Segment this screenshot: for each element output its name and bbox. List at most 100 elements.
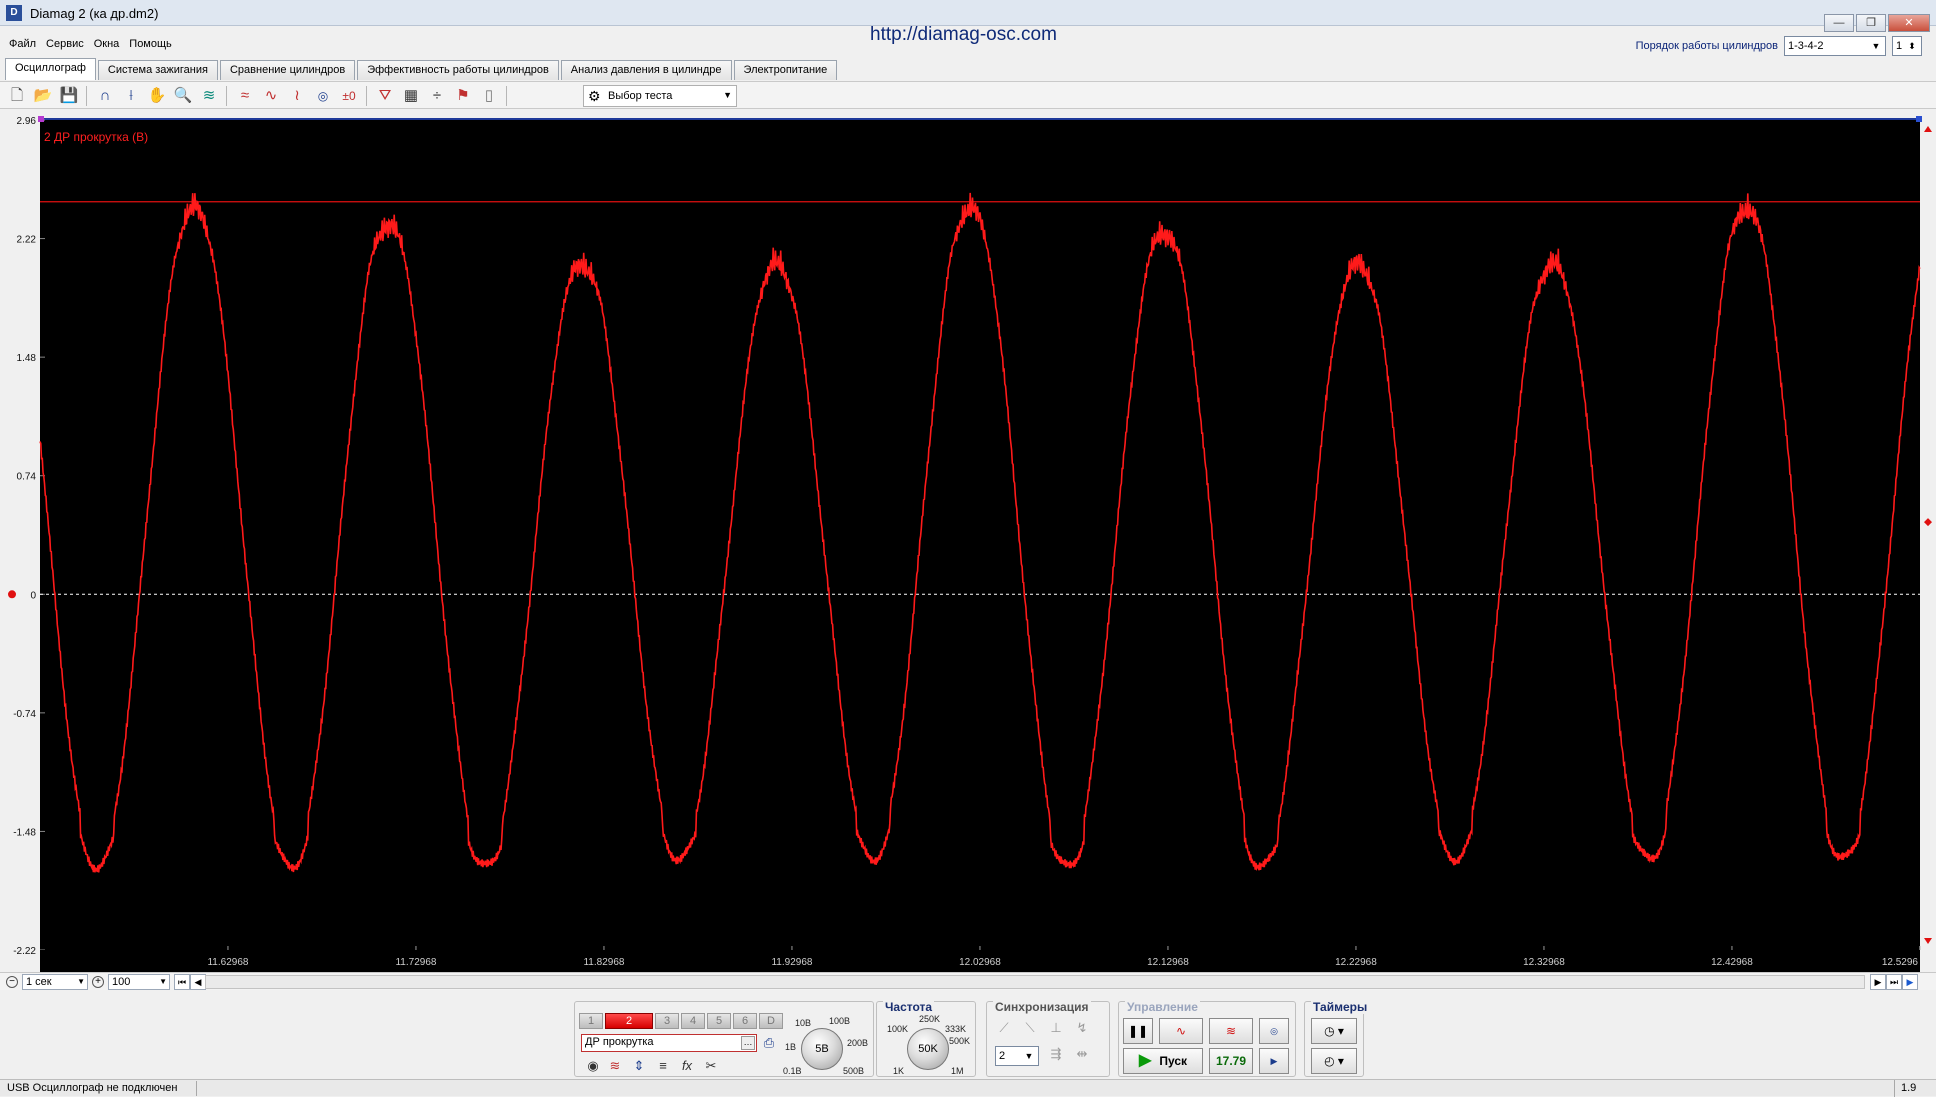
voltage-knob[interactable]: 5В	[801, 1028, 843, 1070]
cursor-arc-icon[interactable]: ∩	[94, 86, 116, 106]
pause-button[interactable]: ❚❚	[1123, 1018, 1153, 1044]
channel-6-button[interactable]: 6	[733, 1013, 757, 1029]
zero-marker-icon[interactable]	[8, 590, 16, 599]
test-select[interactable]: ⚙ Выбор теста ▼	[583, 85, 737, 107]
noise-wave-icon: ≋	[1225, 1024, 1237, 1038]
channel-3-button[interactable]: 3	[655, 1013, 679, 1029]
sync-channel-select[interactable]: 2 ▼	[995, 1046, 1039, 1066]
tab-oscilloscope[interactable]: Осциллограф	[5, 58, 96, 80]
tools-icon[interactable]: ✂	[701, 1057, 721, 1075]
close-button[interactable]: ✕	[1888, 14, 1930, 32]
menu-help[interactable]: Помощь	[129, 38, 172, 56]
status-separator	[196, 1081, 197, 1096]
function-icon[interactable]: fx	[677, 1057, 697, 1075]
tab-power-supply[interactable]: Электропитание	[733, 60, 838, 80]
sync-group: Синхронизация ⟋ ⟍ ⊥ ↯ 2 ▼ ⇶ ⇹	[986, 1000, 1110, 1077]
step-back-icon[interactable]: ◀	[190, 974, 206, 990]
maximize-button[interactable]: ❐	[1856, 14, 1886, 32]
oscilloscope-chart[interactable]: 2.96 2.22 1.48 0.74 0 -0.74 -1.48 -2.22 11.6296…	[0, 110, 1936, 972]
tab-pressure-analysis[interactable]: Анализ давления в цилиндре	[560, 60, 732, 80]
go-start-icon[interactable]: ⏮	[174, 974, 190, 990]
noise-mode-button[interactable]: ≋	[1209, 1018, 1253, 1044]
frequency-group: Частота 50K 250K 100K 333K 500K 1K 1M	[876, 1000, 976, 1077]
filter-wave-icon[interactable]: ≈	[234, 86, 256, 106]
sync-level-icon[interactable]: ⇶	[1045, 1044, 1067, 1064]
measure-icon[interactable]: ⟊	[120, 86, 142, 106]
timer-1-button[interactable]: ◷ ▾	[1311, 1018, 1357, 1044]
toolbar-separator	[226, 86, 227, 106]
channel-5-button[interactable]: 5	[707, 1013, 731, 1029]
auto-icon[interactable]: ◎	[312, 86, 334, 106]
channel-name-field[interactable]: ДР прокрутка …	[581, 1034, 757, 1052]
save-icon[interactable]: 💾	[58, 86, 80, 106]
minimize-button[interactable]: —	[1824, 14, 1854, 32]
timer-2-button[interactable]: ◴ ▾	[1311, 1048, 1357, 1074]
multi-wave-icon[interactable]: ∿	[260, 86, 282, 106]
sine-mode-button[interactable]: ∿	[1159, 1018, 1203, 1044]
new-file-icon[interactable]: 🗋	[6, 86, 28, 106]
go-end-icon[interactable]: ⏭	[1886, 974, 1902, 990]
chevron-down-icon: ▼	[1871, 41, 1881, 51]
voltage-label: 1В	[785, 1042, 797, 1052]
rate-display: 17.79	[1209, 1048, 1253, 1074]
channel-2-button[interactable]: 2	[605, 1013, 653, 1029]
menu-windows[interactable]: Окна	[94, 38, 120, 56]
zoom-icon[interactable]: 🔍	[172, 86, 194, 106]
auto-mode-button[interactable]: ◎	[1259, 1018, 1289, 1044]
grid-icon[interactable]: ▦	[400, 86, 422, 106]
divider-icon[interactable]: ÷	[426, 86, 448, 106]
zoom-select[interactable]: 100 ▼	[108, 974, 170, 990]
channel-4-button[interactable]: 4	[681, 1013, 705, 1029]
sync-arrows-icon[interactable]: ⇹	[1071, 1044, 1093, 1064]
tab-cylinder-efficiency[interactable]: Эффективность работы цилиндров	[357, 60, 559, 80]
upper-limit-marker-icon[interactable]	[1924, 126, 1932, 132]
menu-file[interactable]: Файл	[9, 38, 36, 56]
lower-limit-marker-icon[interactable]	[1924, 938, 1932, 944]
open-folder-icon[interactable]: 📂	[32, 86, 54, 106]
timebase-select[interactable]: 1 сек ▼	[22, 974, 88, 990]
chart-title: 2 ДР прокрутка (В)	[44, 130, 148, 144]
channel-d-button[interactable]: D	[759, 1013, 783, 1029]
tab-ignition[interactable]: Система зажигания	[97, 60, 218, 80]
zero-offset-icon[interactable]: ±0	[338, 86, 360, 106]
sync-pulse-icon[interactable]: ⊥	[1045, 1018, 1067, 1038]
sync-rising-icon[interactable]: ⟋	[993, 1018, 1015, 1038]
vertical-scale-icon[interactable]: ⇕	[629, 1057, 649, 1075]
step-forward-icon[interactable]: ▶	[1870, 974, 1886, 990]
hand-pan-icon[interactable]: ✋	[146, 86, 168, 106]
x-tick-label: 11.72968	[395, 957, 436, 968]
cursor-a-marker-icon[interactable]	[38, 116, 44, 122]
tab-cylinder-compare[interactable]: Сравнение цилиндров	[219, 60, 356, 80]
cylinder-number-spinner[interactable]: 1 ⬍	[1892, 36, 1922, 56]
channel-export-icon[interactable]: ⎙	[759, 1034, 779, 1052]
channel-1-button[interactable]: 1	[579, 1013, 603, 1029]
frequency-knob[interactable]: 50K	[907, 1028, 949, 1070]
x-tick-label: 12.5296	[1882, 957, 1919, 968]
site-link[interactable]: http://diamag-osc.com	[870, 24, 1057, 46]
cylinder-order-select[interactable]: 1-3-4-2 ▼	[1784, 36, 1886, 56]
voltage-label: 500В	[843, 1066, 865, 1076]
timers-group: Таймеры ◷ ▾ ◴ ▾	[1304, 1000, 1370, 1077]
horizontal-scrollbar[interactable]	[205, 975, 1865, 989]
sync-falling-icon[interactable]: ⟍	[1019, 1018, 1041, 1038]
marker-filter-icon[interactable]: ⛛	[374, 86, 396, 106]
signal-wave-icon[interactable]: ≀	[286, 86, 308, 106]
flag-icon[interactable]: ⚑	[452, 86, 474, 106]
more-icon[interactable]: …	[741, 1036, 755, 1050]
trigger-marker-icon[interactable]	[1924, 518, 1932, 527]
cursor-b-marker-icon[interactable]	[1916, 116, 1922, 122]
oscilloscope-area[interactable]: 2.96 2.22 1.48 0.74 0 -0.74 -1.48 -2.22 11.6296…	[0, 110, 1936, 972]
play-scroll-icon[interactable]: ▶	[1902, 974, 1918, 990]
sync-auto-icon[interactable]: ↯	[1071, 1018, 1093, 1038]
lines-icon[interactable]: ≡	[653, 1057, 673, 1075]
auto-play-button[interactable]: ▶	[1259, 1048, 1289, 1074]
zoom-in-icon[interactable]: +	[92, 976, 104, 988]
zoom-out-icon[interactable]: −	[6, 976, 18, 988]
page-icon[interactable]: ▯	[478, 86, 500, 106]
layers-icon[interactable]: ≋	[198, 86, 220, 106]
invert-wave-icon[interactable]: ≋	[605, 1057, 625, 1075]
auto-play-icon: ▶	[1270, 1056, 1278, 1066]
eye-icon[interactable]: ◉	[583, 1057, 603, 1075]
menu-service[interactable]: Сервис	[46, 38, 84, 56]
start-button[interactable]: ▶ Пуск	[1123, 1048, 1203, 1074]
